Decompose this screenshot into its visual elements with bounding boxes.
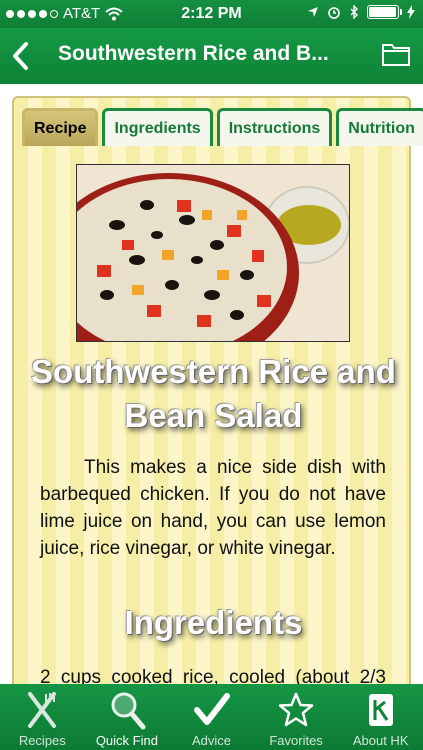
star-icon (278, 692, 314, 727)
tab-bar-favorites[interactable]: Favorites (254, 684, 339, 750)
checkmark-icon (194, 693, 231, 725)
chevron-left-icon (13, 42, 28, 70)
tab-recipe[interactable]: Recipe (22, 108, 99, 146)
bottom-tab-bar: Recipes Quick Find Advice Favorites Abou… (0, 684, 423, 750)
charging-bolt-icon (407, 5, 415, 19)
alarm-icon (328, 7, 340, 19)
tab-bar-about-hk[interactable]: About HK (338, 684, 423, 750)
tab-bar-label: Recipes (18, 733, 66, 748)
recipe-description: This makes a nice side dish with barbequ… (40, 457, 386, 559)
content-scroll-area[interactable]: Recipe Ingredients Instructions Nutritio… (0, 84, 423, 684)
status-bar: AT&T 2:12 PM (0, 0, 423, 28)
tab-bar-quick-find[interactable]: Quick Find (85, 684, 170, 750)
tab-bar-label: Favorites (269, 733, 323, 748)
tab-bar-recipes[interactable]: Recipes (0, 684, 85, 750)
recipe-tabs: Recipe Ingredients Instructions Nutritio… (22, 108, 423, 146)
location-arrow-icon (308, 7, 318, 17)
fork-knife-icon (28, 692, 57, 728)
magnifier-icon (111, 692, 146, 730)
folder-button[interactable] (381, 41, 411, 67)
battery-icon (367, 5, 402, 19)
recipe-title: Southwestern Rice and Bean Salad (31, 353, 396, 434)
folder-icon (382, 44, 410, 66)
ingredients-heading: Ingredients (124, 604, 303, 641)
tab-bar-advice[interactable]: Advice (169, 684, 254, 750)
tab-instructions[interactable]: Instructions (216, 108, 333, 146)
recipe-card: Recipe Ingredients Instructions Nutritio… (12, 96, 423, 684)
nav-title: Southwestern Rice and B... (58, 42, 329, 65)
hk-logo-icon (368, 694, 393, 726)
tab-ingredients[interactable]: Ingredients (102, 108, 213, 146)
tab-bar-label: Quick Find (95, 733, 158, 748)
navigation-bar: Southwestern Rice and B... (0, 28, 423, 84)
ingredient-item: 2 cups cooked rice, cooled (about 2/3 cu… (40, 667, 386, 684)
tab-nutrition[interactable]: Nutrition (336, 108, 423, 146)
back-button[interactable] (8, 38, 36, 74)
recipe-photo (76, 164, 350, 342)
tab-bar-label: Advice (191, 733, 231, 748)
bluetooth-icon (350, 5, 358, 19)
tab-bar-label: About HK (352, 733, 409, 748)
rice-bean-salad-image (77, 165, 349, 341)
status-icons (307, 5, 415, 19)
